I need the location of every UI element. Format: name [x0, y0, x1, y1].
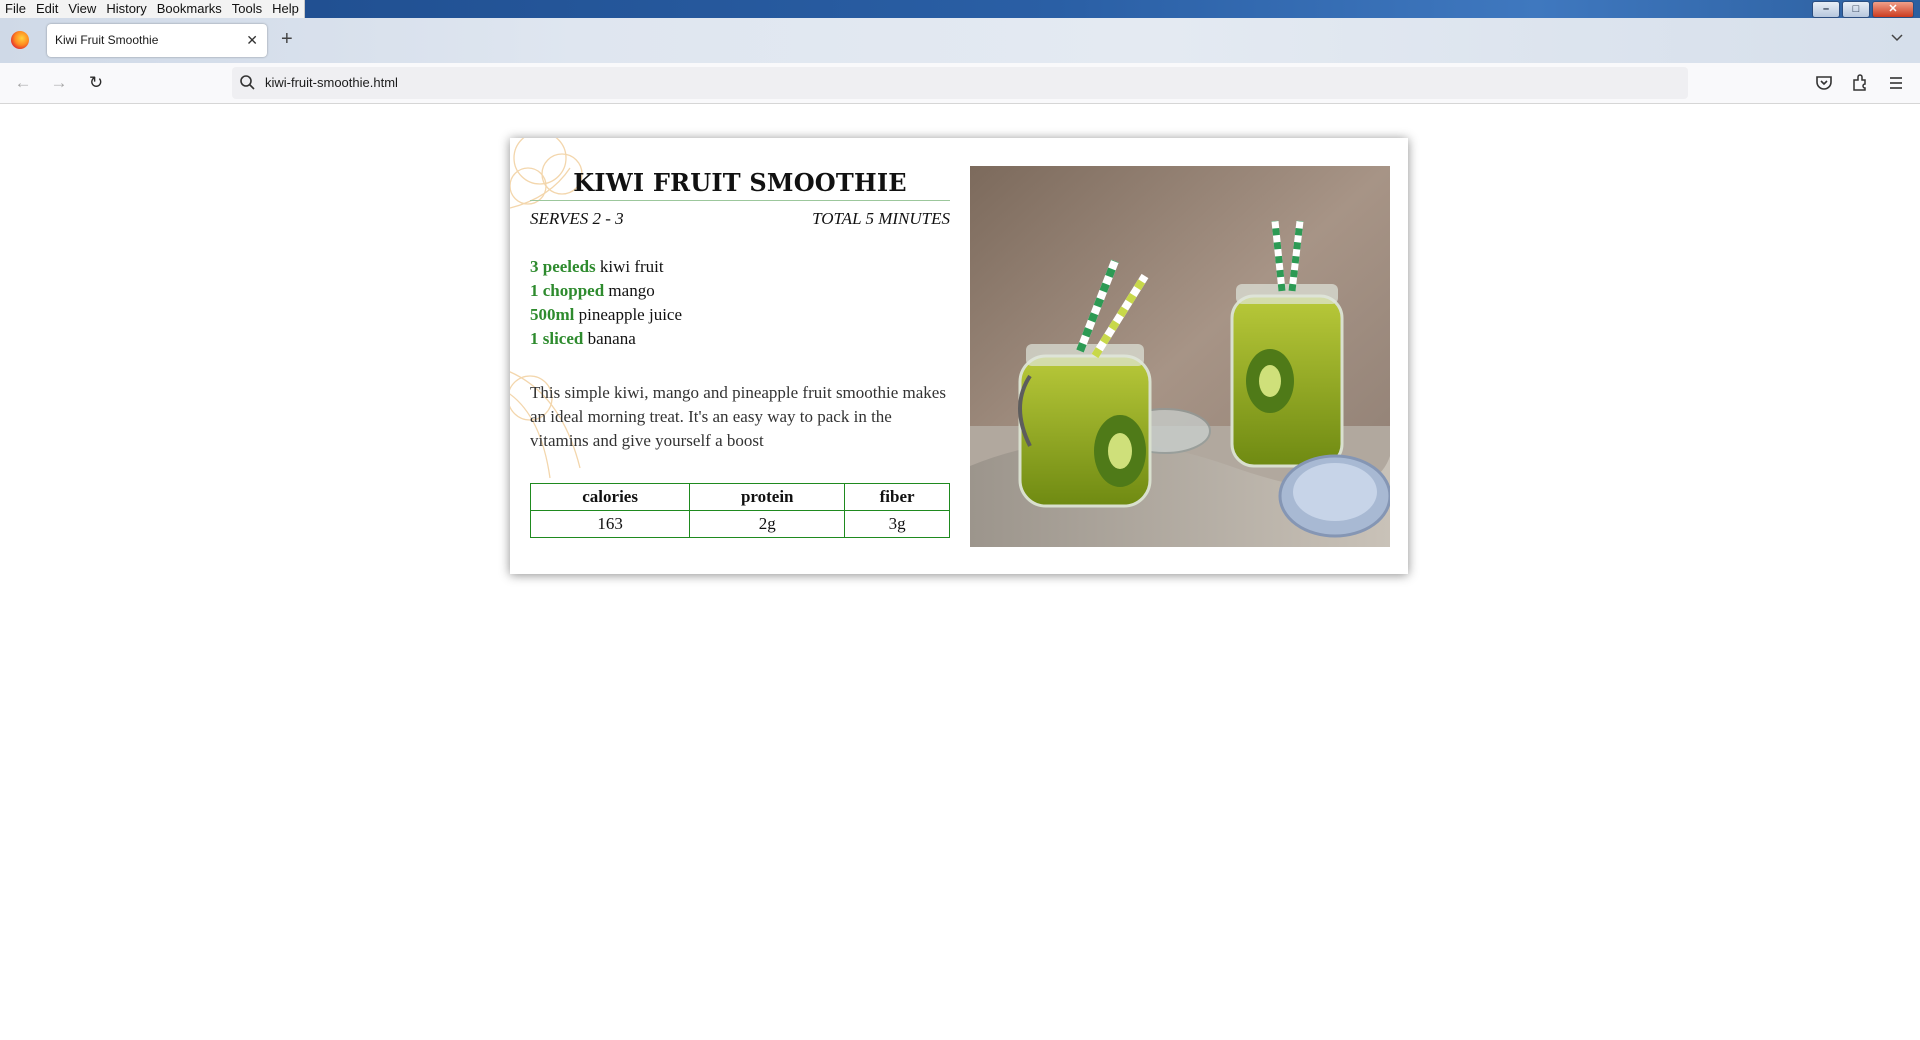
recipe-meta: SERVES 2 - 3 TOTAL 5 MINUTES [530, 209, 950, 229]
total-time-text: TOTAL 5 MINUTES [812, 209, 950, 228]
recipe-title: KIWI FRUIT SMOOTHIE [573, 168, 907, 197]
menu-help[interactable]: Help [267, 0, 304, 18]
smoothie-photo [970, 166, 1390, 547]
ingredient-quantity: 1 sliced [530, 329, 584, 348]
nutrition-value-row: 163 2g 3g [529, 510, 950, 538]
url-bar[interactable]: kiwi-fruit-smoothie.html [232, 67, 1688, 99]
value-protein: 2g [689, 510, 846, 538]
nutrition-header-row: calories protein fiber [529, 483, 950, 511]
ingredient-item: 1 chopped mango [530, 279, 950, 303]
menu-tools[interactable]: Tools [227, 0, 267, 18]
navigation-toolbar: ← → ↻ kiwi-fruit-smoothie.html [0, 63, 1920, 104]
back-button[interactable]: ← [10, 71, 36, 95]
menu-history[interactable]: History [101, 0, 151, 18]
list-all-tabs-icon[interactable] [1890, 30, 1904, 44]
forward-button[interactable]: → [46, 71, 72, 95]
reload-button[interactable]: ↻ [83, 71, 109, 95]
firefox-logo-icon [11, 31, 29, 49]
menu-bar: File Edit View History Bookmarks Tools H… [0, 0, 305, 18]
ingredient-quantity: 500ml [530, 305, 575, 324]
nutrition-table: calories protein fiber 163 2g 3g [529, 483, 950, 538]
ingredient-name: pineapple juice [578, 305, 683, 324]
ingredient-name: kiwi fruit [599, 257, 664, 276]
maximize-button[interactable]: □ [1842, 1, 1870, 18]
tab-title: Kiwi Fruit Smoothie [55, 33, 159, 47]
recipe-text-column: KIWI FRUIT SMOOTHIE SERVES 2 - 3 TOTAL 5… [529, 166, 950, 538]
tab-strip: Kiwi Fruit Smoothie ✕ + [0, 18, 1920, 63]
window-title-bar: File Edit View History Bookmarks Tools H… [0, 0, 1920, 18]
ingredient-item: 1 sliced banana [530, 327, 950, 351]
close-window-button[interactable]: ✕ [1872, 1, 1914, 18]
extensions-icon[interactable] [1848, 71, 1872, 95]
ingredient-name: banana [587, 329, 636, 348]
ingredient-item: 500ml pineapple juice [530, 303, 950, 327]
header-protein: protein [689, 483, 846, 511]
ingredient-name: mango [608, 281, 655, 300]
value-calories: 163 [529, 510, 691, 538]
new-tab-button[interactable]: + [281, 28, 293, 50]
ingredient-item: 3 peeleds kiwi fruit [530, 255, 950, 279]
pocket-icon[interactable] [1812, 71, 1836, 95]
menu-edit[interactable]: Edit [31, 0, 63, 18]
menu-icon[interactable] [1884, 71, 1908, 95]
minimize-button[interactable]: – [1812, 1, 1840, 18]
tab-close-icon[interactable]: ✕ [246, 24, 258, 57]
ingredient-quantity: 3 peeleds [530, 257, 596, 276]
header-calories: calories [529, 483, 691, 511]
menu-file[interactable]: File [0, 0, 31, 18]
header-fiber: fiber [844, 483, 950, 511]
url-text[interactable]: kiwi-fruit-smoothie.html [265, 67, 398, 99]
value-fiber: 3g [844, 510, 950, 538]
menu-view[interactable]: View [63, 0, 101, 18]
tab-active[interactable]: Kiwi Fruit Smoothie ✕ [47, 24, 267, 57]
ingredients-list: 3 peeleds kiwi fruit 1 chopped mango 500… [530, 255, 950, 351]
window-controls: – □ ✕ [1812, 1, 1914, 18]
title-divider [530, 200, 950, 201]
recipe-card: KIWI FRUIT SMOOTHIE SERVES 2 - 3 TOTAL 5… [510, 138, 1408, 574]
search-icon [240, 75, 255, 90]
recipe-description: This simple kiwi, mango and pineapple fr… [530, 383, 946, 450]
menu-bookmarks[interactable]: Bookmarks [152, 0, 227, 18]
ingredient-quantity: 1 chopped [530, 281, 605, 300]
serves-text: SERVES 2 - 3 [530, 209, 624, 228]
